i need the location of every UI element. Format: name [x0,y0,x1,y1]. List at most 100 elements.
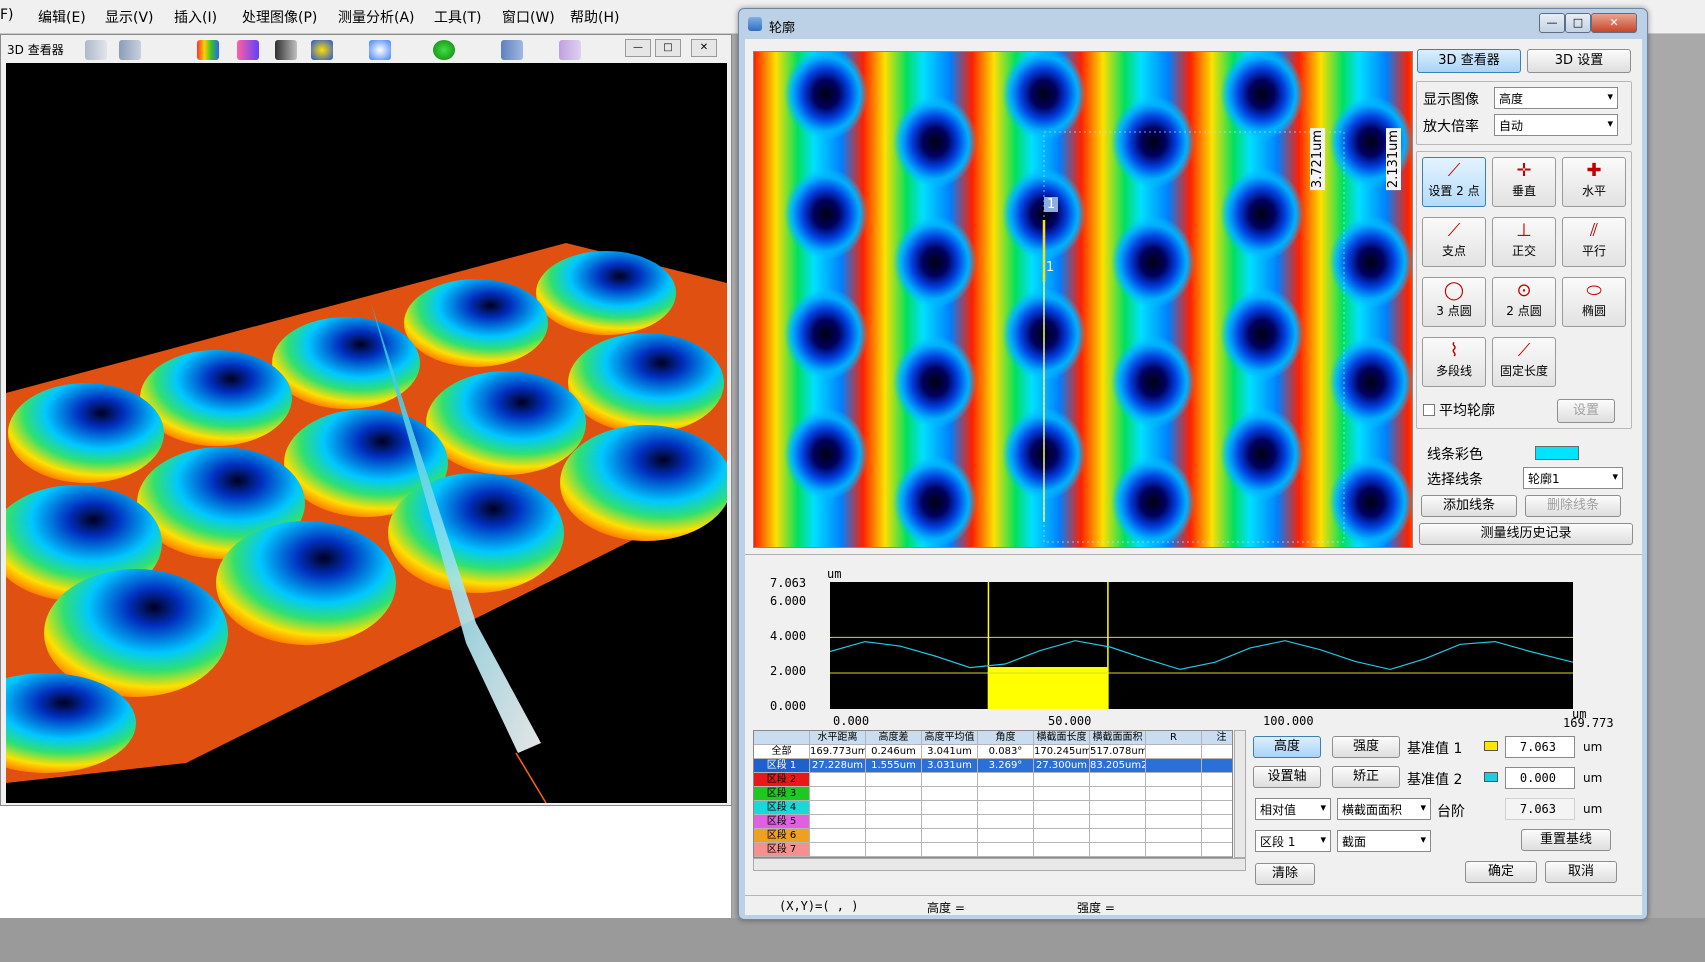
results-table[interactable]: 水平距离 高度差 高度平均值 角度 横截面长度 横截面面积 R 注全部 169.773um 0.2… [753,730,1233,858]
tool-parallel[interactable]: ⫽ 平行 [1562,217,1626,267]
toolbar-move-icon[interactable] [433,40,455,60]
viewer3d-minimize-icon[interactable]: — [625,39,651,57]
table-cell [1090,773,1146,787]
level-correct-button[interactable]: 矫正 [1332,766,1400,788]
profile-chart-svg [829,582,1574,709]
table-cell [1090,801,1146,815]
tool-polyline[interactable]: ⌇ 多段线 [1422,337,1486,387]
table-cell [810,773,866,787]
y-tick-label: 6.000 [770,594,807,608]
viewer3d-canvas[interactable] [6,63,727,803]
profile-close-icon[interactable]: ✕ [1591,13,1637,33]
reference-2-color [1484,772,1498,782]
add-line-button[interactable]: 添加线条 [1421,495,1517,517]
table-cell [978,773,1034,787]
select-line-dropdown[interactable]: 轮廓1 [1523,467,1623,489]
parallel-icon: ⫽ [1589,220,1599,241]
ok-button[interactable]: 确定 [1465,861,1537,883]
profile-minimize-icon[interactable]: — [1539,13,1565,33]
reset-baseline-button[interactable]: 重置基线 [1521,829,1611,851]
intensity-button[interactable]: 强度 [1332,736,1400,758]
toolbar-reset-icon[interactable] [559,40,581,60]
cross-section-area-select[interactable]: 横截面面积 [1337,798,1431,820]
table-cell [866,787,922,801]
menu-help[interactable]: 帮助(H) [570,7,619,27]
menu-file[interactable]: F) [0,7,14,23]
tool-fixed-length[interactable]: ⟋ 固定长度 [1492,337,1556,387]
table-horizontal-scrollbar[interactable] [753,858,1246,871]
profile-titlebar[interactable]: 轮廓 — □ ✕ [739,9,1647,39]
table-cell: 注 [1202,731,1232,745]
toolbar-view-icon[interactable] [85,40,107,60]
marker-bottom: 1 [1046,260,1055,275]
height-button[interactable]: 高度 [1253,736,1321,758]
tool-set-two-point[interactable]: ⟋ 设置 2 点 [1422,157,1486,207]
menu-measure-analysis[interactable]: 测量分析(A) [338,7,415,27]
cancel-button[interactable]: 取消 [1545,861,1617,883]
tool-circle-two-point[interactable]: ⊙ 2 点圆 [1492,277,1556,327]
table-cell [1146,843,1202,857]
tool-vertical[interactable]: ✛ 垂直 [1492,157,1556,207]
table-cell [1146,787,1202,801]
tool-label: 支点 [1441,244,1466,258]
tool-pivot[interactable]: ⟋ 支点 [1422,217,1486,267]
tool-circle-three-point[interactable]: ◯ 3 点圆 [1422,277,1486,327]
table-cell: 169.773um [810,745,866,759]
tab-3d-viewer[interactable]: 3D 查看器 [1417,49,1521,73]
table-cell: 3.031um [922,759,978,773]
section-divider [745,554,1642,555]
tool-label: 正交 [1511,244,1536,258]
menu-window[interactable]: 窗口(W) [502,7,555,27]
taskbar [0,918,1705,962]
tool-orthogonal[interactable]: ⊥ 正交 [1492,217,1556,267]
tool-ellipse[interactable]: ⬭ 椭圆 [1562,277,1626,327]
table-cell [1146,759,1202,773]
table-cell: 170.245um [1034,745,1090,759]
display-image-select[interactable]: 高度 [1494,87,1618,109]
average-settings-button[interactable]: 设置 [1557,399,1615,423]
viewer3d-restore-icon[interactable]: □ [655,39,681,57]
measure-history-button[interactable]: 测量线历史记录 [1419,523,1633,545]
zoom-select[interactable]: 自动 [1494,114,1618,136]
menu-edit[interactable]: 编辑(E) [38,7,86,27]
toolbar-grayscale-icon[interactable] [275,40,297,60]
table-cell: 区段 1 [754,759,810,773]
reference-2-input[interactable]: 0.000 [1505,767,1575,789]
line-color-swatch[interactable] [1535,446,1579,460]
menu-tools[interactable]: 工具(T) [434,7,481,27]
marker-top: 1 [1044,197,1059,212]
menu-insert[interactable]: 插入(I) [174,7,217,27]
tab-3d-settings[interactable]: 3D 设置 [1527,49,1631,73]
profile-chart[interactable] [829,582,1574,709]
height-map-image [754,52,1412,547]
height-map-view[interactable]: 1 1 3.721um 2.131um [753,51,1413,548]
reference-1-input[interactable]: 7.063 [1505,736,1575,758]
toolbar-chart-icon[interactable] [119,40,141,60]
table-cell [978,843,1034,857]
menu-view[interactable]: 显示(V) [105,7,154,27]
tool-label: 设置 2 点 [1428,184,1480,198]
toolbar-rotate-icon[interactable] [501,40,523,60]
menu-process-image[interactable]: 处理图像(P) [242,7,317,27]
profile-restore-icon[interactable]: □ [1565,13,1591,33]
toolbar-light-icon[interactable] [369,40,391,60]
table-vertical-scrollbar[interactable] [1234,730,1246,858]
segment-select[interactable]: 区段 1 [1255,830,1331,852]
toolbar-colormap-icon[interactable] [197,40,219,60]
toolbar-texture-icon[interactable] [311,40,333,60]
table-cell [1202,745,1232,759]
table-cell [922,843,978,857]
average-profile-checkbox[interactable] [1423,404,1435,416]
circle-two-point-icon: ⊙ [1516,280,1532,301]
toolbar-palette-icon[interactable] [237,40,259,60]
table-cell: 区段 4 [754,801,810,815]
tool-label: 2 点圆 [1506,304,1542,318]
tool-horizontal[interactable]: ✚ 水平 [1562,157,1626,207]
x-tick-label: 50.000 [1048,714,1092,728]
set-axis-button[interactable]: 设置轴 [1253,766,1321,788]
clear-button[interactable]: 清除 [1255,863,1315,885]
relative-value-select[interactable]: 相对值 [1255,798,1331,820]
section-select[interactable]: 截面 [1337,830,1431,852]
delete-line-button[interactable]: 删除线条 [1525,495,1621,517]
viewer3d-close-icon[interactable]: ✕ [691,39,717,57]
